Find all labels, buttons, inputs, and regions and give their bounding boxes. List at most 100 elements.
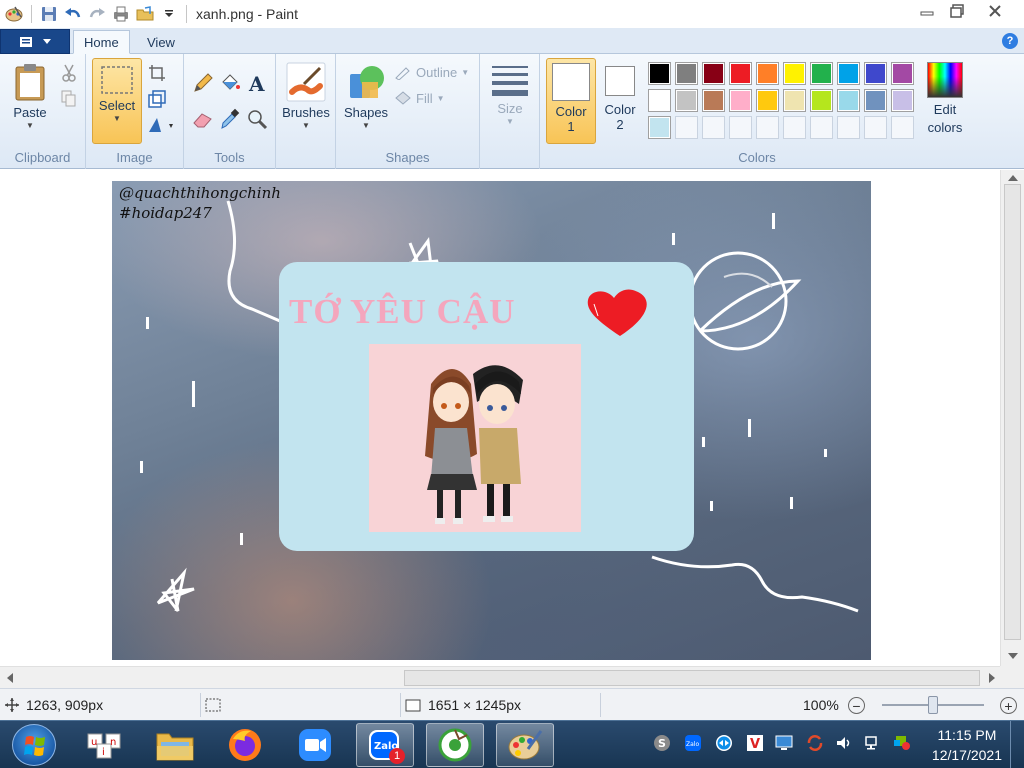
eraser-icon[interactable] xyxy=(190,106,216,132)
vertical-scroll-thumb[interactable] xyxy=(1004,184,1021,640)
palette-swatch[interactable] xyxy=(648,116,671,139)
palette-empty-swatch[interactable] xyxy=(891,116,914,139)
palette-swatch[interactable] xyxy=(837,89,860,112)
palette-swatch[interactable] xyxy=(675,62,698,85)
outline-button[interactable]: Outline ▼ xyxy=(394,64,469,80)
palette-swatch[interactable] xyxy=(837,62,860,85)
horizontal-scrollbar[interactable] xyxy=(0,666,1000,688)
palette-empty-swatch[interactable] xyxy=(729,116,752,139)
show-desktop-button[interactable] xyxy=(1010,721,1024,768)
canvas-workarea[interactable]: @quachthihongchinh #hoidap247 TỚ YÊU CẬU xyxy=(0,170,1000,666)
palette-swatch[interactable] xyxy=(648,62,671,85)
text-tool-icon[interactable]: A xyxy=(244,70,270,96)
pencil-icon[interactable] xyxy=(190,70,216,96)
image-size-icon xyxy=(405,699,421,712)
palette-swatch[interactable] xyxy=(891,89,914,112)
skype-icon[interactable]: S xyxy=(652,733,672,753)
star-doodle-bottom xyxy=(156,567,195,612)
select-button[interactable]: Select ▼ xyxy=(92,58,142,144)
palette-swatch[interactable] xyxy=(783,89,806,112)
svg-text:Zalo: Zalo xyxy=(686,741,699,748)
scroll-down-icon xyxy=(1008,653,1018,659)
redo-icon[interactable] xyxy=(87,4,107,24)
monitor-icon[interactable] xyxy=(774,733,794,753)
zalo-tray-icon[interactable]: Zalo xyxy=(683,733,703,753)
undo-icon[interactable] xyxy=(63,4,83,24)
resize-icon[interactable] xyxy=(146,88,168,110)
palette-swatch[interactable] xyxy=(810,62,833,85)
rotate-icon[interactable] xyxy=(146,114,176,136)
paste-button[interactable]: Paste ▼ xyxy=(8,62,52,130)
palette-swatch[interactable] xyxy=(810,89,833,112)
palette-swatch[interactable] xyxy=(729,62,752,85)
start-button[interactable] xyxy=(12,724,56,766)
palette-swatch[interactable] xyxy=(756,89,779,112)
vertical-scrollbar[interactable] xyxy=(1000,170,1024,666)
selection-rectangle-icon xyxy=(101,66,133,94)
help-icon[interactable]: ? xyxy=(1002,33,1018,49)
image-canvas[interactable]: @quachthihongchinh #hoidap247 TỚ YÊU CẬU xyxy=(112,181,871,660)
system-clock[interactable]: 11:15 PM 12/17/2021 xyxy=(932,725,1002,765)
chibi-couple-icon xyxy=(425,365,523,524)
customize-dropdown-icon[interactable] xyxy=(159,4,179,24)
action-center-icon[interactable] xyxy=(892,733,912,753)
palette-swatch[interactable] xyxy=(756,62,779,85)
palette-empty-swatch[interactable] xyxy=(675,116,698,139)
taskbar-firefox[interactable] xyxy=(216,723,274,767)
file-menu-button[interactable] xyxy=(0,29,70,54)
volume-icon[interactable] xyxy=(834,733,854,753)
sync-icon[interactable] xyxy=(805,733,825,753)
brushes-button[interactable]: Brushes ▼ xyxy=(282,62,330,130)
minimize-icon[interactable] xyxy=(912,0,942,22)
color-picker-icon[interactable] xyxy=(217,106,243,132)
zoom-out-button[interactable]: − xyxy=(848,697,865,714)
palette-swatch[interactable] xyxy=(891,62,914,85)
palette-empty-swatch[interactable] xyxy=(864,116,887,139)
palette-swatch[interactable] xyxy=(729,89,752,112)
copy-icon[interactable] xyxy=(58,88,80,110)
zoom-in-button[interactable]: + xyxy=(1000,697,1017,714)
palette-empty-swatch[interactable] xyxy=(837,116,860,139)
cursor-position: 1263, 909px xyxy=(4,689,103,721)
close-icon[interactable] xyxy=(972,0,1018,22)
palette-empty-swatch[interactable] xyxy=(810,116,833,139)
palette-swatch[interactable] xyxy=(864,89,887,112)
palette-empty-swatch[interactable] xyxy=(702,116,725,139)
palette-swatch[interactable] xyxy=(648,89,671,112)
zoom-slider-thumb[interactable] xyxy=(928,696,938,714)
edit-colors-button[interactable]: Edit colors xyxy=(920,62,970,137)
color1-button[interactable]: Color 1 xyxy=(546,58,596,144)
magnifier-icon[interactable] xyxy=(244,106,270,132)
restore-icon[interactable] xyxy=(942,0,972,22)
palette-empty-swatch[interactable] xyxy=(756,116,779,139)
taskbar-file-explorer[interactable] xyxy=(146,723,204,767)
taskbar-unikey[interactable]: u ni xyxy=(76,723,134,767)
save-icon[interactable] xyxy=(39,4,59,24)
size-button[interactable]: Size ▼ xyxy=(488,64,532,126)
taskbar-zalo[interactable]: Zalo 1 xyxy=(356,723,414,767)
taskbar-zoom[interactable] xyxy=(286,723,344,767)
palette-swatch[interactable] xyxy=(675,89,698,112)
taskbar-coccoc[interactable] xyxy=(426,723,484,767)
palette-swatch[interactable] xyxy=(702,62,725,85)
teamviewer-icon[interactable] xyxy=(714,733,734,753)
print-icon[interactable] xyxy=(111,4,131,24)
fill-button[interactable]: Fill ▼ xyxy=(394,90,445,106)
folder-icon[interactable] xyxy=(135,4,155,24)
palette-empty-swatch[interactable] xyxy=(783,116,806,139)
cut-icon[interactable] xyxy=(58,62,80,84)
tab-home[interactable]: Home xyxy=(73,30,130,54)
network-icon[interactable] xyxy=(863,733,883,753)
palette-swatch[interactable] xyxy=(702,89,725,112)
tab-view[interactable]: View xyxy=(137,30,185,54)
vietkey-icon[interactable]: V xyxy=(745,733,765,753)
palette-swatch[interactable] xyxy=(864,62,887,85)
crop-icon[interactable] xyxy=(146,62,168,84)
color2-button[interactable]: Color 2 xyxy=(600,66,640,132)
fill-bucket-icon[interactable] xyxy=(217,70,243,96)
shapes-button[interactable]: Shapes ▼ xyxy=(342,62,390,130)
horizontal-scroll-thumb[interactable] xyxy=(404,670,980,686)
taskbar-paint[interactable] xyxy=(496,723,554,767)
palette-swatch[interactable] xyxy=(783,62,806,85)
paint-app-icon[interactable] xyxy=(4,4,24,24)
